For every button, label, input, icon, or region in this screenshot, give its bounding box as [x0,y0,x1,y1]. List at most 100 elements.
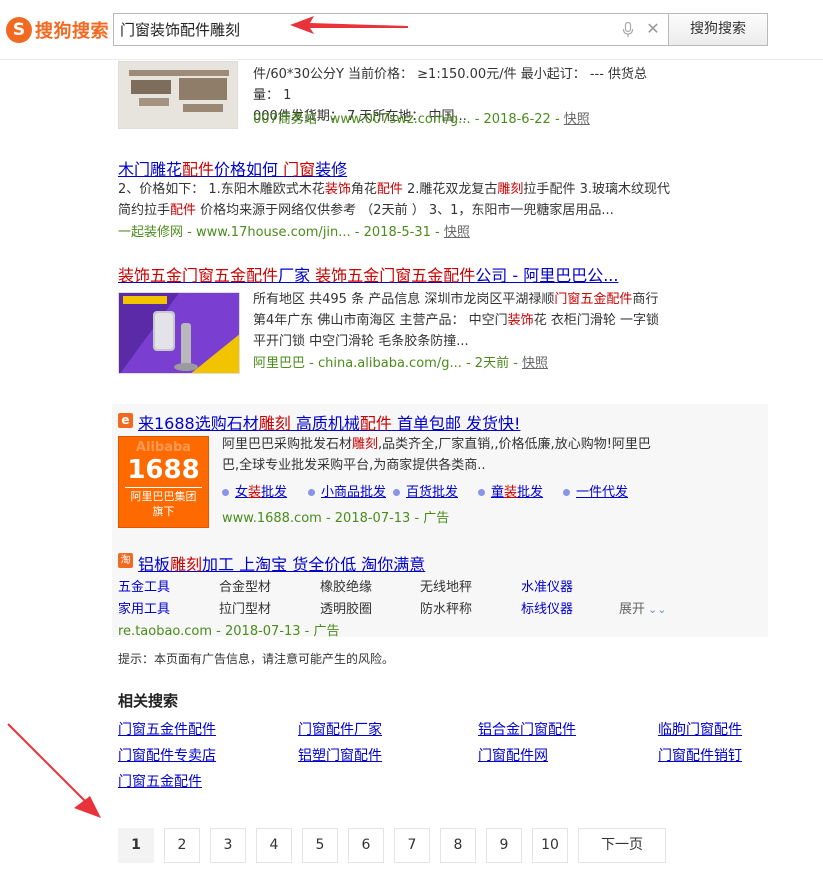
sitelink-text: 小商品批发 [321,485,387,500]
wood-carving-image [119,62,237,128]
ad-tag-link[interactable]: 合金型材 [219,576,271,595]
ad-tag-link[interactable]: 透明胶圈 [320,598,372,617]
ad2-tag-grid: 五金工具 合金型材 橡胶绝缘 无线地秤 水准仪器家用工具 拉门型材 透明胶圈 防水秤称 标线仪器… [118,576,678,617]
text-part: 阿里巴巴采购批发石材 [222,437,353,452]
page-link[interactable]: 2 [164,828,200,863]
ad1-logo[interactable]: Alibaba 1688 阿里巴巴集团 旗下 [118,436,209,528]
related-search-title: 相关搜索 [118,692,179,710]
result1-thumbnail[interactable] [118,61,238,129]
logo-line2: 旗下 [152,505,175,518]
ad-tag-link[interactable]: 防水秤称 [420,598,472,617]
search-button[interactable]: 搜狗搜索 [668,13,768,46]
next-page-button[interactable]: 下一页 [578,828,666,863]
snippet-line: 简约拉手配件 价格均来源于网络仅供参考 （2天前 ） 3、1，东阳市一兜糖家居用… [118,200,678,221]
page-link[interactable]: 5 [302,828,338,863]
result1-source: 007商务站 - www.007swz.com/g... - 2018-6-22… [253,108,590,127]
related-search-link[interactable]: 门窗配件专卖店 [118,745,216,765]
related-search-link[interactable]: 门窗配件网 [478,745,548,765]
bullet-icon [222,489,229,496]
ad-url[interactable]: www.1688.com - 2018-07-13 - 广告 [222,511,449,526]
highlight-term: 雕刻 [497,182,524,197]
page-link[interactable]: 3 [210,828,246,863]
result2-snippet: 2、价格如下： 1.东阳木雕欧式木花装饰角花配件 2.雕花双龙复古雕刻拉手配件 … [118,179,678,221]
highlight-term: 装饰 [507,313,534,328]
ad-tag-link[interactable]: 橡胶绝缘 [320,576,372,595]
highlight-term: 五金 [580,292,607,307]
text-part: 高质机械 [290,414,360,433]
search-input[interactable] [120,14,610,45]
page-link[interactable]: 10 [532,828,568,863]
snippet-line: 所有地区 共495 条 产品信息 深圳市龙岗区平湖禄顺门窗五金配件商行 [253,289,673,310]
highlight-term: 配件 [376,182,403,197]
result2-title[interactable]: 木门雕花配件价格如何 门窗装修 [118,156,347,180]
ad-url[interactable]: re.taobao.com - 2018-07-13 - 广告 [118,624,340,639]
bullet-icon [393,489,400,496]
ad-tag-link[interactable]: 家用工具 [118,598,170,617]
sitelink-text: 批发 [517,485,544,500]
ad-tag-link[interactable]: 无线地秤 [420,576,472,595]
related-search-link[interactable]: 门窗配件厂家 [298,719,382,739]
text-part: 木门雕花 [118,160,183,179]
ad-tag-link[interactable]: 水准仪器 [521,576,573,595]
ad-tag-link[interactable]: 标线仪器 [521,598,573,617]
logo-number: 1688 [127,455,200,485]
expand-button[interactable]: 展开 ⌄⌄ [619,598,666,617]
related-search-link[interactable]: 临朐门窗配件 [658,719,742,739]
ad-sitelink[interactable]: 童装批发 [478,481,543,500]
sitelink-text: 装 [248,485,262,500]
page-link[interactable]: 6 [348,828,384,863]
highlight-term: 装饰 [324,182,351,197]
taobao-badge-icon: 淘 [118,553,133,568]
ad2-title[interactable]: 铝板雕刻加工 上淘宝 货全价低 淘你满意 [138,551,425,575]
highlight-term: 配件 [182,160,215,179]
ad2-source: re.taobao.com - 2018-07-13 - 广告 [118,620,340,639]
search-box: ✕ [113,13,669,46]
related-search-link[interactable]: 门窗配件销钉 [658,745,742,765]
related-search-link[interactable]: 铝合金门窗配件 [478,719,576,739]
result2-source: 一起装修网 - www.17house.com/jin... - 2018-5-… [118,221,470,240]
result-url[interactable]: 007商务站 - www.007swz.com/g... - 2018-6-22… [253,112,564,127]
snapshot-link[interactable]: 快照 [564,112,590,127]
ad-sitelink[interactable]: 女装批发 [222,481,287,500]
sogou-logo[interactable]: S 搜狗搜索 [6,16,109,44]
related-search-link[interactable]: 门窗五金配件 [118,771,202,791]
ad-tag-link[interactable]: 五金工具 [118,576,170,595]
page-link[interactable]: 4 [256,828,292,863]
snippet-line: 第4年广东 佛山市南海区 主营产品： 中空门装饰花 衣柜门滑轮 一字锁 [253,310,673,331]
snapshot-link[interactable]: 快照 [522,356,548,371]
result-url[interactable]: 阿里巴巴 - china.alibaba.com/g... - 2天前 - [253,356,522,371]
page-link[interactable]: 8 [440,828,476,863]
highlight-term: 配件 [170,203,197,218]
highlight-term: 雕刻 [170,555,203,574]
text-part: 价格均来源于网络仅供参考 （2天前 ） 3、1，东阳市一兜糖家居用品... [196,203,614,218]
door-stopper-image [119,293,239,373]
ad-sitelink[interactable]: 小商品批发 [308,481,386,500]
highlight-term: 雕刻 [258,414,291,433]
ad-sitelink[interactable]: 百货批发 [393,481,458,500]
snippet-line: 件/60*30公分Y 当前价格： ≥1:150.00元/件 最小起订： --- … [253,67,648,103]
page-link[interactable]: 9 [486,828,522,863]
text-part: 2、价格如下： 1.东阳木雕欧式木花 [118,182,325,197]
highlight-term: 五金 [411,266,444,285]
ad1-title[interactable]: 来1688选购石材雕刻 高质机械配件 首单包邮 发货快! [138,410,520,434]
related-search-link[interactable]: 铝塑门窗配件 [298,745,382,765]
ad-sitelink[interactable]: 一件代发 [563,481,628,500]
result3-title[interactable]: 装饰五金门窗五金配件厂家 装饰五金门窗五金配件公司 - 阿里巴巴公... [118,262,618,286]
highlight-term: 雕刻 [352,437,379,452]
snippet-line: 2、价格如下： 1.东阳木雕欧式木花装饰角花配件 2.雕花双龙复古雕刻拉手配件 … [118,179,678,200]
ad1-source: www.1688.com - 2018-07-13 - 广告 [222,507,449,526]
clear-icon[interactable]: ✕ [643,19,663,39]
microphone-icon[interactable] [622,22,634,38]
highlight-term: 门窗 [182,266,215,285]
related-search-link[interactable]: 门窗五金件配件 [118,719,216,739]
snippet-line: 巴,全球专业批发采购平台,为商家提供各类商.. [222,458,486,473]
result-url[interactable]: 一起装修网 - www.17house.com/jin... - 2018-5-… [118,225,444,240]
ad-tag-link[interactable]: 拉门型材 [219,598,271,617]
text-part: 花 衣柜门滑轮 一字锁 [533,313,659,328]
snapshot-link[interactable]: 快照 [444,225,470,240]
alibaba-badge-icon: e [118,413,133,428]
sitelink-text: 童 [491,485,505,500]
text-part: 厂家 [278,266,316,285]
page-link[interactable]: 7 [394,828,430,863]
result3-thumbnail[interactable] [118,292,240,374]
